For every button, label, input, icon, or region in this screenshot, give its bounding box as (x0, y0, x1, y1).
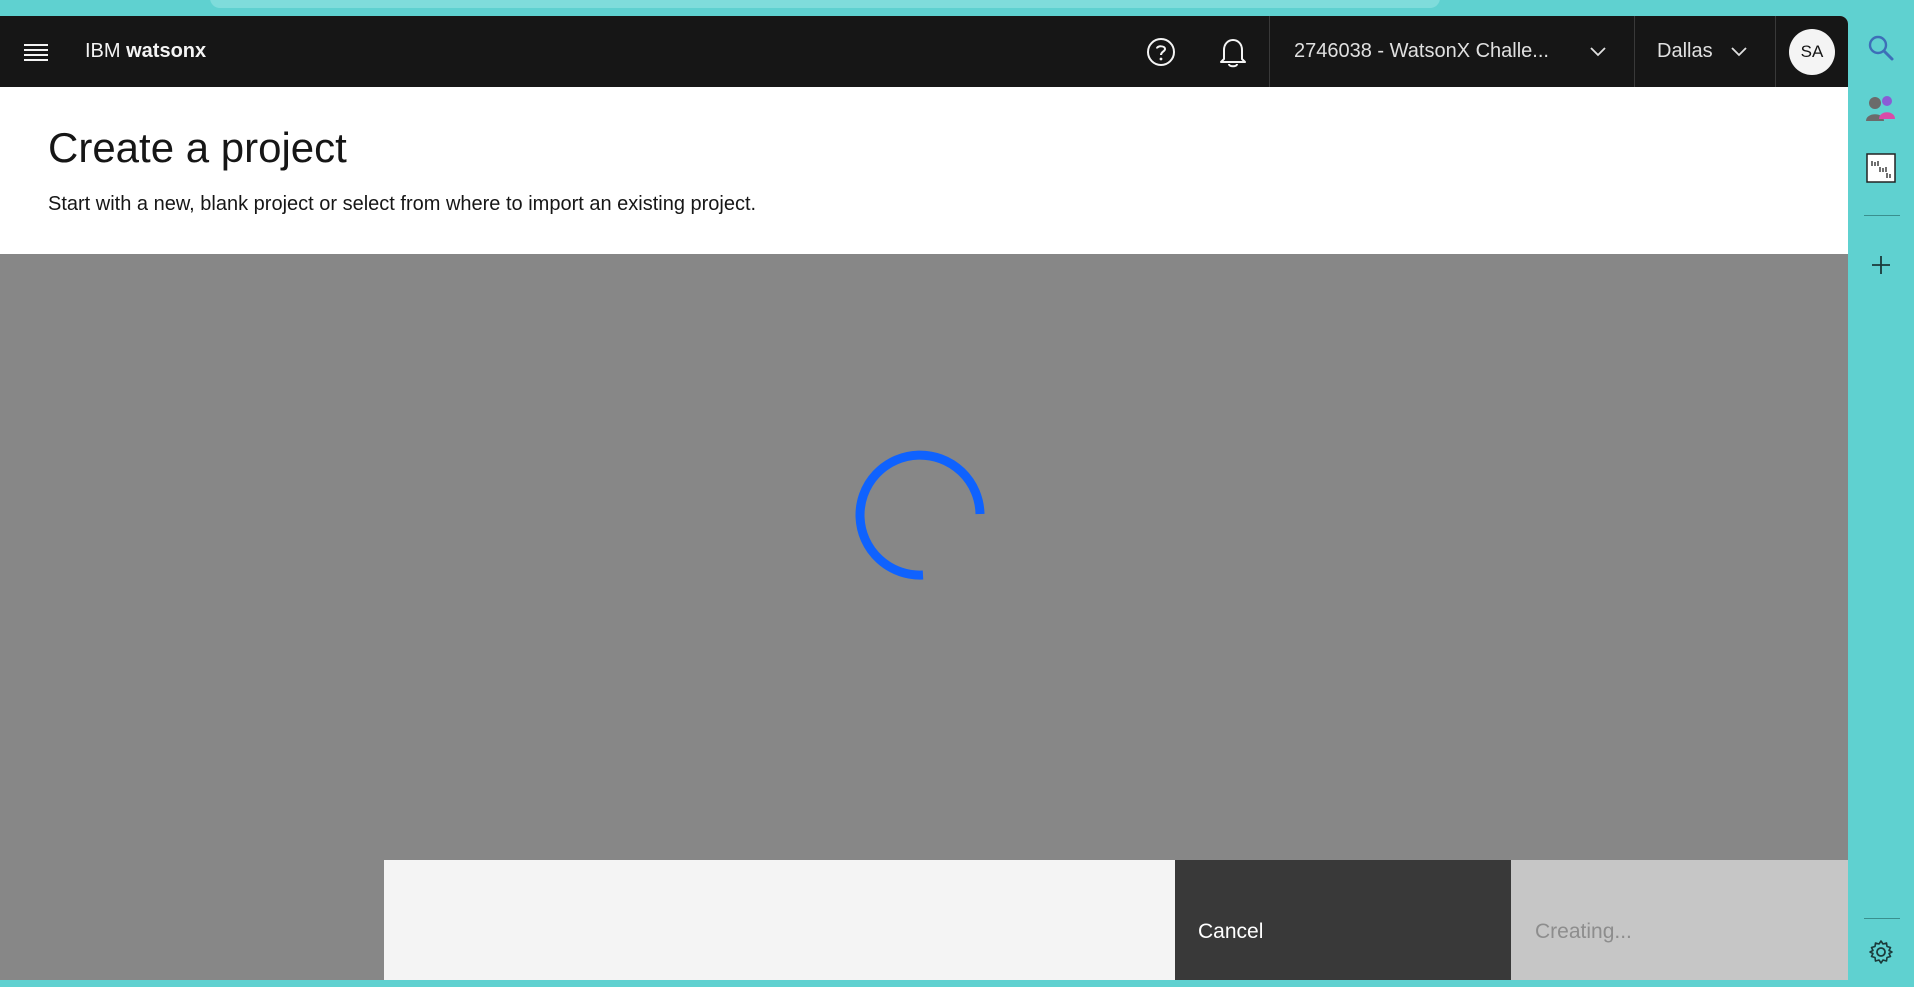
brand-name: watsonx (126, 40, 207, 62)
brand-prefix: IBM (85, 40, 121, 62)
app-window: IBM watsonx 2746038 - WatsonX Challe... (0, 16, 1848, 980)
hamburger-menu-button[interactable] (0, 16, 71, 87)
sidebar-lab-ai-button[interactable] (1861, 148, 1901, 188)
help-icon (1147, 37, 1175, 66)
avatar[interactable]: SA (1789, 28, 1835, 75)
notification-bell-icon (1220, 38, 1246, 67)
page-subtitle: Start with a new, blank project or selec… (48, 193, 757, 215)
notifications-button[interactable] (1197, 16, 1269, 87)
page-title: Create a project (48, 124, 347, 171)
sidebar-add-button[interactable] (1861, 245, 1901, 285)
footer-spacer (384, 860, 1175, 980)
page-heading: Create a project Start with a new, blank… (0, 87, 1848, 254)
people-icon (1866, 96, 1895, 121)
chevron-down-icon (1590, 46, 1606, 56)
browser-tab-strip (210, 0, 1440, 8)
chevron-down-icon (1731, 46, 1747, 56)
avatar-container: SA (1776, 16, 1848, 87)
sidebar-divider (1864, 918, 1900, 919)
cancel-button[interactable]: Cancel (1175, 860, 1511, 980)
modal-footer: Cancel Creating... (384, 860, 1848, 980)
add-icon (1872, 256, 1890, 274)
loading-spinner-icon (855, 450, 985, 580)
account-switcher[interactable]: 2746038 - WatsonX Challe... (1270, 16, 1634, 87)
right-sidebar (1848, 0, 1914, 987)
top-header: IBM watsonx 2746038 - WatsonX Challe... (0, 16, 1848, 87)
bottom-strip (0, 980, 1848, 987)
sidebar-people-button[interactable] (1861, 88, 1901, 128)
lab-ai-icon (1866, 153, 1896, 183)
sidebar-search-button[interactable] (1861, 28, 1901, 68)
settings-icon (1869, 940, 1893, 964)
region-name: Dallas (1657, 40, 1713, 62)
brand-logo[interactable]: IBM watsonx (85, 40, 206, 63)
region-switcher[interactable]: Dallas (1635, 16, 1775, 87)
sidebar-divider (1864, 215, 1900, 216)
hamburger-menu-icon (23, 43, 48, 61)
help-button[interactable] (1125, 16, 1197, 87)
create-button-creating: Creating... (1511, 860, 1848, 980)
search-icon (1868, 35, 1894, 61)
account-name: 2746038 - WatsonX Challe... (1294, 40, 1549, 62)
sidebar-settings-button[interactable] (1861, 932, 1901, 972)
